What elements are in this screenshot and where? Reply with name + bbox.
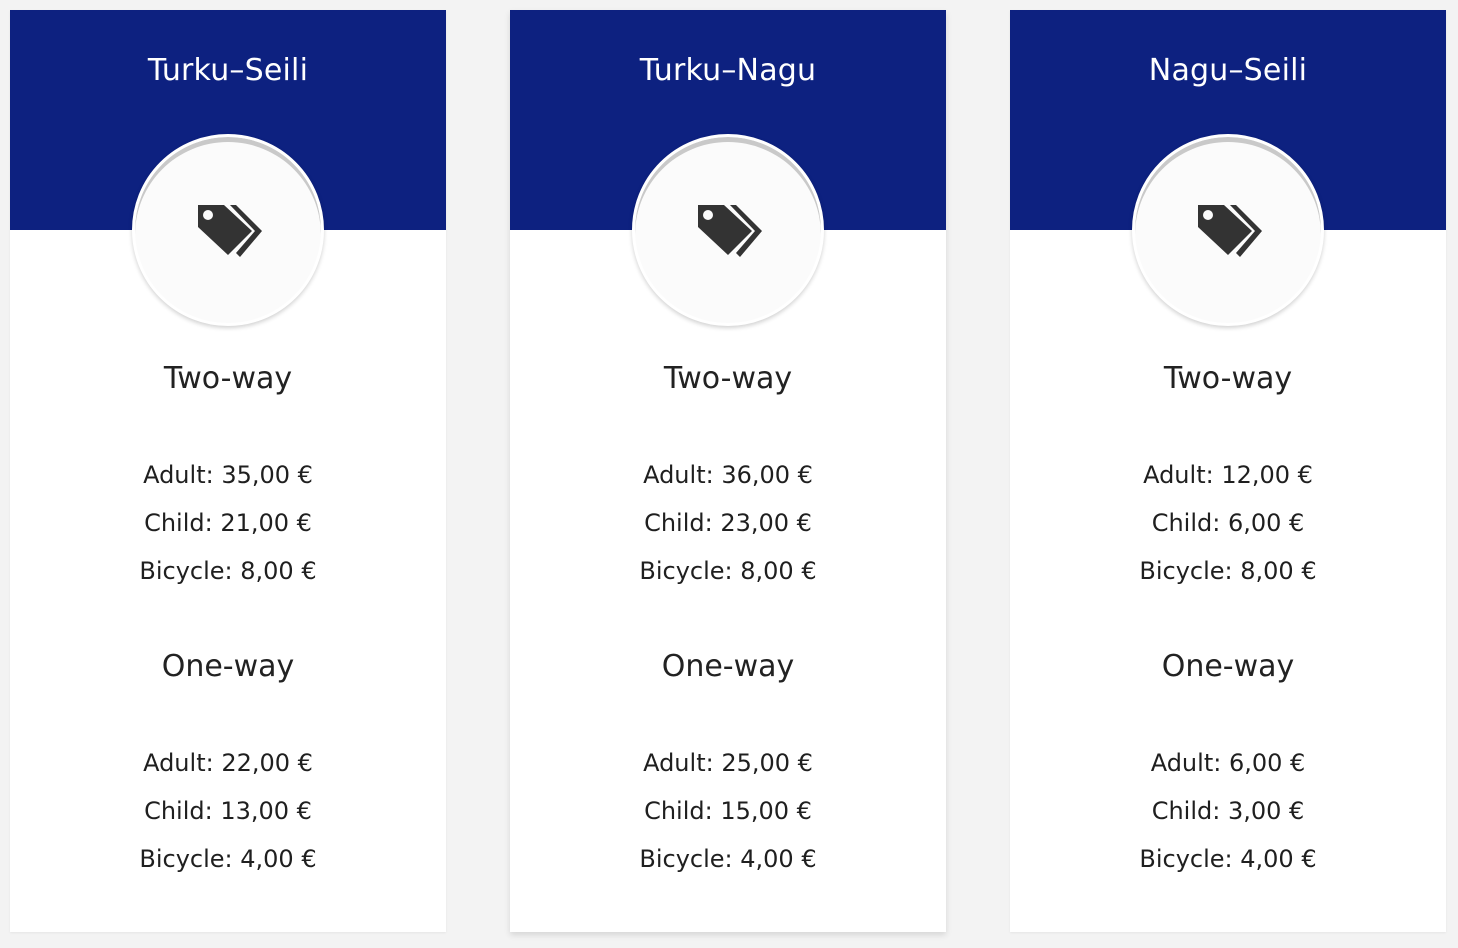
one-way-bicycle-price: Bicycle: 4,00 €: [1139, 845, 1317, 873]
two-way-child-price: Child: 21,00 €: [144, 509, 312, 537]
pricing-card-nagu-seili: Nagu–Seili Two-way Adult: 12,00 € Child:…: [1010, 10, 1446, 932]
two-way-bicycle-price: Bicycle: 8,00 €: [639, 557, 817, 585]
one-way-heading: One-way: [1161, 649, 1295, 684]
two-way-adult-price: Adult: 35,00 €: [143, 461, 313, 489]
tags-icon: [1198, 205, 1262, 257]
one-way-adult-price: Adult: 6,00 €: [1150, 749, 1306, 777]
card-title: Turku–Nagu: [639, 53, 817, 88]
one-way-bicycle-price: Bicycle: 4,00 €: [639, 845, 817, 873]
icon-badge: [132, 134, 324, 326]
two-way-bicycle-price: Bicycle: 8,00 €: [1139, 557, 1317, 585]
two-way-adult-price: Adult: 36,00 €: [643, 461, 813, 489]
two-way-child-price: Child: 6,00 €: [1151, 509, 1305, 537]
two-way-adult-price: Adult: 12,00 €: [1143, 461, 1313, 489]
one-way-child-price: Child: 3,00 €: [1151, 797, 1305, 825]
two-way-heading: Two-way: [663, 361, 793, 396]
one-way-adult-price: Adult: 25,00 €: [643, 749, 813, 777]
two-way-bicycle-price: Bicycle: 8,00 €: [139, 557, 317, 585]
two-way-heading: Two-way: [1163, 361, 1293, 396]
tags-icon: [198, 205, 262, 257]
icon-badge: [1132, 134, 1324, 326]
card-title: Nagu–Seili: [1148, 53, 1308, 88]
pricing-card-turku-nagu: Turku–Nagu Two-way Adult: 36,00 € Child:…: [510, 10, 946, 932]
one-way-bicycle-price: Bicycle: 4,00 €: [139, 845, 317, 873]
one-way-child-price: Child: 15,00 €: [644, 797, 812, 825]
two-way-child-price: Child: 23,00 €: [644, 509, 812, 537]
one-way-child-price: Child: 13,00 €: [144, 797, 312, 825]
one-way-heading: One-way: [161, 649, 295, 684]
one-way-heading: One-way: [661, 649, 795, 684]
icon-badge: [632, 134, 824, 326]
tags-icon: [698, 205, 762, 257]
two-way-heading: Two-way: [163, 361, 293, 396]
pricing-card-turku-seili: Turku–Seili Two-way Adult: 35,00 € Child…: [10, 10, 446, 932]
card-title: Turku–Seili: [147, 53, 309, 88]
one-way-adult-price: Adult: 22,00 €: [143, 749, 313, 777]
